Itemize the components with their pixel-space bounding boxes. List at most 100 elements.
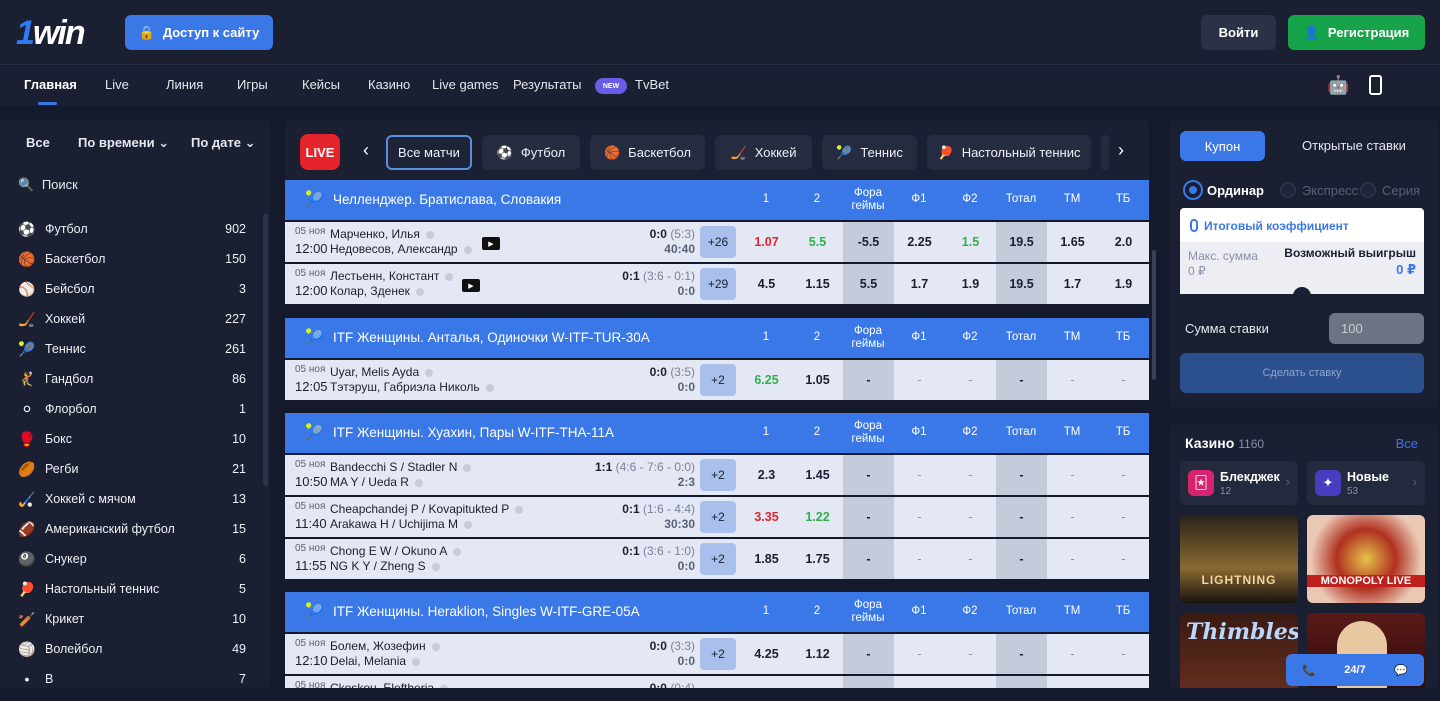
radio-series[interactable]: Серия xyxy=(1360,182,1420,198)
odd-cell[interactable]: 2.3 xyxy=(741,455,792,495)
odd-cell[interactable] xyxy=(1047,676,1098,688)
odd-cell[interactable]: - xyxy=(945,360,996,400)
odd-cell[interactable]: 4.25 xyxy=(741,634,792,674)
odd-cell[interactable]: - xyxy=(945,539,996,579)
nav-live-games[interactable]: Live games xyxy=(432,77,498,92)
odd-cell[interactable] xyxy=(996,676,1047,688)
odd-cell[interactable]: - xyxy=(843,360,894,400)
sidebar-item-sport[interactable]: 🎾 Теннис 261 xyxy=(0,334,262,364)
sidebar-item-sport[interactable]: 🏓 Настольный теннис 5 xyxy=(0,574,262,604)
category-blackjack[interactable]: 🃏 Блекджек 12 › xyxy=(1180,461,1298,505)
match-row[interactable]: 05 ноя 12:10 Болем, Жозефин Delai, Melan… xyxy=(285,634,1149,674)
nav-casino[interactable]: Казино xyxy=(368,77,410,92)
tab-football[interactable]: ⚽ Футбол xyxy=(482,135,580,170)
stake-input[interactable]: 100 xyxy=(1329,313,1424,344)
odd-cell[interactable]: - xyxy=(996,539,1047,579)
sidebar-item-sport[interactable]: ⚾ Бейсбол 3 xyxy=(0,274,262,304)
odd-cell[interactable]: - xyxy=(1098,634,1149,674)
nav-line[interactable]: Линия xyxy=(166,77,203,92)
sidebar-item-sport[interactable]: 🏉 Регби 21 xyxy=(0,454,262,484)
odd-cell[interactable]: 6.25 xyxy=(741,360,792,400)
tv-stream-icon[interactable]: ▶ xyxy=(462,279,480,292)
mobile-icon[interactable] xyxy=(1369,75,1382,95)
odd-cell[interactable]: - xyxy=(945,497,996,537)
sidebar-item-sport[interactable]: 🎱 Снукер 6 xyxy=(0,544,262,574)
filter-by-time[interactable]: По времени ⌄ xyxy=(78,135,169,151)
tab-overflow[interactable] xyxy=(1101,135,1109,170)
support-24-7[interactable]: 24/7 xyxy=(1332,664,1378,676)
odd-cell[interactable]: 1.45 xyxy=(792,455,843,495)
odd-cell[interactable]: - xyxy=(996,497,1047,537)
nav-tvbet[interactable]: TvBet xyxy=(635,77,669,92)
odd-cell[interactable]: 5.5 xyxy=(792,222,843,262)
odd-cell[interactable]: 1.7 xyxy=(1047,264,1098,304)
odd-cell[interactable]: - xyxy=(1047,455,1098,495)
make-bet-button[interactable]: Сделать ставку xyxy=(1180,353,1424,393)
odd-cell[interactable]: - xyxy=(996,455,1047,495)
sidebar-item-sport[interactable]: 🏑 Хоккей с мячом 13 xyxy=(0,484,262,514)
nav-games[interactable]: Игры xyxy=(237,77,268,92)
nav-results[interactable]: Результаты xyxy=(513,77,581,92)
odd-cell[interactable]: 4.5 xyxy=(741,264,792,304)
odd-cell[interactable]: - xyxy=(843,539,894,579)
odd-cell[interactable]: 1.85 xyxy=(741,539,792,579)
odd-cell[interactable]: - xyxy=(996,360,1047,400)
match-row[interactable]: 05 ноя 10:50 Bandecchi S / Stadler N MA … xyxy=(285,455,1149,495)
odd-cell[interactable]: - xyxy=(1047,634,1098,674)
odd-cell[interactable]: 2.0 xyxy=(1098,222,1149,262)
odd-cell[interactable]: - xyxy=(843,497,894,537)
odd-cell[interactable]: 19.5 xyxy=(996,264,1047,304)
odd-cell[interactable]: 2.25 xyxy=(894,222,945,262)
login-button[interactable]: Войти xyxy=(1201,15,1276,50)
odd-cell[interactable]: 1.05 xyxy=(792,360,843,400)
league-header[interactable]: 🎾 ITF Женщины. Хуахин, Пары W-ITF-THA-11… xyxy=(285,413,1149,453)
match-row[interactable]: 05 ноя 12:00 Лестьенн, Констант Колар, З… xyxy=(285,264,1149,304)
more-markets-button[interactable]: +2 xyxy=(700,543,736,575)
radio-single[interactable]: Ординар xyxy=(1185,182,1264,198)
filter-by-date[interactable]: По дате ⌄ xyxy=(191,135,256,151)
logo[interactable]: 1win xyxy=(16,14,86,53)
sidebar-item-sport[interactable]: ⚪ Флорбол 1 xyxy=(0,394,262,424)
game-lightning[interactable]: LIGHTNING xyxy=(1180,515,1298,603)
filter-all[interactable]: Все xyxy=(26,135,50,150)
radio-express[interactable]: Экспресс xyxy=(1280,182,1358,198)
site-access-button[interactable]: 🔒 Доступ к сайту xyxy=(125,15,273,50)
tv-stream-icon[interactable]: ▶ xyxy=(482,237,500,250)
more-markets-button[interactable]: +2 xyxy=(700,459,736,491)
sidebar-item-sport[interactable]: 🥊 Бокс 10 xyxy=(0,424,262,454)
league-header[interactable]: 🎾 ITF Женщины. Heraklion, Singles W-ITF-… xyxy=(285,592,1149,632)
odd-cell[interactable]: - xyxy=(843,634,894,674)
odd-cell[interactable]: -5.5 xyxy=(843,222,894,262)
odd-cell[interactable]: 1.12 xyxy=(792,634,843,674)
sidebar-item-sport[interactable]: 🏒 Хоккей 227 xyxy=(0,304,262,334)
more-markets-button[interactable]: +2 xyxy=(700,364,736,396)
register-button[interactable]: 👤 Регистрация xyxy=(1288,15,1425,50)
odd-cell[interactable]: - xyxy=(843,455,894,495)
odd-cell[interactable]: 1.9 xyxy=(945,264,996,304)
chat-icon[interactable]: 💬 xyxy=(1378,664,1424,677)
odd-cell[interactable]: 1.75 xyxy=(792,539,843,579)
live-badge[interactable]: LIVE xyxy=(300,134,340,170)
odd-cell[interactable]: 1.5 xyxy=(945,222,996,262)
nav-main[interactable]: Главная xyxy=(24,77,77,92)
odd-cell[interactable]: - xyxy=(1098,539,1149,579)
odd-cell[interactable]: - xyxy=(996,634,1047,674)
sidebar-item-sport[interactable]: 🏏 Крикет 10 xyxy=(0,604,262,634)
odd-cell[interactable] xyxy=(741,676,792,688)
odd-cell[interactable]: 1.65 xyxy=(1047,222,1098,262)
odd-cell[interactable]: 1.15 xyxy=(792,264,843,304)
odd-cell[interactable]: 3.35 xyxy=(741,497,792,537)
odd-cell[interactable] xyxy=(945,676,996,688)
match-row[interactable]: 05 ноя Ckoskou, Eleftheria 0:0 (0:4) xyxy=(285,676,1149,688)
odd-cell[interactable]: - xyxy=(894,497,945,537)
tab-coupon[interactable]: Купон xyxy=(1180,131,1265,161)
category-new[interactable]: ✦ Новые 53 › xyxy=(1307,461,1425,505)
casino-all-link[interactable]: Все xyxy=(1396,436,1418,451)
odd-cell[interactable]: - xyxy=(894,455,945,495)
game-monopoly[interactable]: MONOPOLY LIVE xyxy=(1307,515,1425,603)
nav-live[interactable]: Live xyxy=(105,77,129,92)
search-input[interactable]: 🔍 Поиск xyxy=(18,177,78,193)
odd-cell[interactable] xyxy=(792,676,843,688)
odd-cell[interactable]: - xyxy=(1047,360,1098,400)
odd-cell[interactable]: - xyxy=(945,634,996,674)
